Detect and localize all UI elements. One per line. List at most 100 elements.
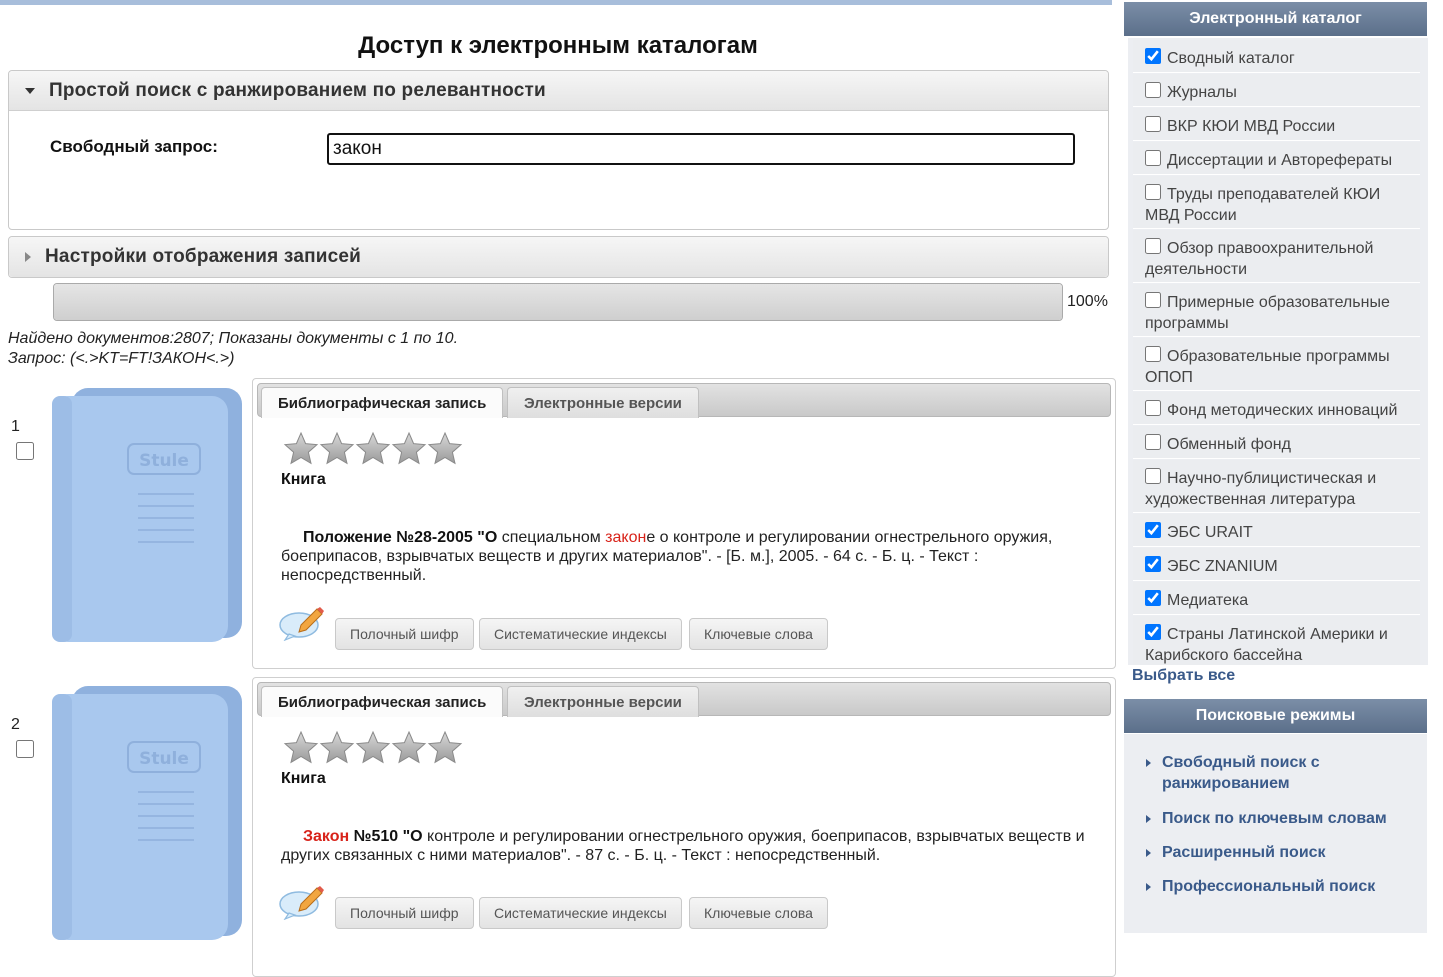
catalog-item[interactable]: ВКР КЮИ МВД России: [1133, 108, 1420, 141]
desc-text: специальном: [497, 529, 606, 546]
collapse-arrow-icon: [25, 87, 35, 94]
desc-bold: №510 "О: [349, 828, 423, 845]
catalog-label: Фонд методических инноваций: [1167, 402, 1398, 419]
progress-percent: 100%: [1067, 293, 1108, 310]
book-cover-icon: Stule: [52, 686, 242, 940]
catalog-label: Медиатека: [1167, 592, 1249, 609]
catalog-item[interactable]: Обзор правоохранительной деятельности: [1133, 230, 1420, 283]
keywords-button[interactable]: Ключевые слова: [689, 618, 828, 650]
free-query-input[interactable]: [327, 133, 1075, 165]
star-icon[interactable]: [391, 730, 427, 766]
expand-arrow-icon: [25, 252, 31, 262]
simple-search-header[interactable]: Простой поиск с ранжированием по релеван…: [9, 71, 1108, 111]
tab-electronic-versions[interactable]: Электронные версии: [507, 686, 699, 717]
progress-fill: [54, 284, 1062, 320]
catalog-item[interactable]: Страны Латинской Америки и Карибского ба…: [1133, 616, 1420, 665]
catalog-item[interactable]: Труды преподавателей КЮИ МВД России: [1133, 176, 1420, 229]
search-mode-label: Профессиональный поиск: [1162, 878, 1376, 895]
bullet-arrow-icon: [1146, 883, 1151, 891]
catalog-checkbox[interactable]: [1145, 48, 1161, 64]
star-icon[interactable]: [427, 431, 463, 467]
shelf-code-button[interactable]: Полочный шифр: [335, 897, 474, 929]
search-mode-link[interactable]: Профессиональный поиск: [1146, 876, 1416, 897]
star-icon[interactable]: [427, 730, 463, 766]
catalog-item[interactable]: Диссертации и Авторефераты: [1133, 142, 1420, 175]
star-icon[interactable]: [355, 431, 391, 467]
catalog-item[interactable]: Образовательные программы ОПОП: [1133, 338, 1420, 391]
book-cover-icon: Stule: [52, 388, 242, 642]
catalog-checkbox[interactable]: [1145, 82, 1161, 98]
shelf-code-button[interactable]: Полочный шифр: [335, 618, 474, 650]
catalog-item[interactable]: ЭБС ZNANIUM: [1133, 548, 1420, 581]
record-description: Положение №28-2005 "О специальном законе…: [281, 528, 1091, 585]
tab-bibliographic-record[interactable]: Библиографическая запись: [261, 686, 504, 717]
catalog-label: Обменный фонд: [1167, 436, 1291, 453]
catalog-item[interactable]: Научно-публицистическая и художественная…: [1133, 460, 1420, 513]
catalog-checkbox[interactable]: [1145, 556, 1161, 572]
book-cover-label: Stule: [139, 451, 189, 471]
star-icon[interactable]: [319, 431, 355, 467]
record-card: Библиографическая запись Электронные вер…: [252, 378, 1116, 669]
catalog-checkbox[interactable]: [1145, 292, 1161, 308]
record-select-checkbox[interactable]: [16, 740, 34, 758]
catalog-checkbox[interactable]: [1145, 400, 1161, 416]
display-settings-header[interactable]: Настройки отображения записей: [9, 237, 1108, 277]
catalog-checkbox[interactable]: [1145, 150, 1161, 166]
star-icon[interactable]: [283, 431, 319, 467]
search-mode-link[interactable]: Поиск по ключевым словам: [1146, 808, 1416, 829]
search-mode-label: Поиск по ключевым словам: [1162, 810, 1387, 827]
catalog-label: Труды преподавателей КЮИ МВД России: [1145, 186, 1381, 224]
catalog-checkbox[interactable]: [1145, 434, 1161, 450]
catalog-checkbox[interactable]: [1145, 184, 1161, 200]
catalog-item[interactable]: Журналы: [1133, 74, 1420, 107]
catalog-checkbox[interactable]: [1145, 116, 1161, 132]
catalog-label: Страны Латинской Америки и Карибского ба…: [1145, 626, 1388, 664]
comment-icon[interactable]: [279, 605, 325, 641]
select-all-link[interactable]: Выбрать все: [1132, 667, 1235, 685]
keywords-button[interactable]: Ключевые слова: [689, 897, 828, 929]
tab-bibliographic-record[interactable]: Библиографическая запись: [261, 387, 504, 418]
rating-stars[interactable]: [283, 730, 463, 766]
star-icon[interactable]: [355, 730, 391, 766]
record-select-checkbox[interactable]: [16, 442, 34, 460]
found-count-text: Найдено документов:2807; Показаны докуме…: [8, 330, 459, 347]
catalog-item[interactable]: Медиатека: [1133, 582, 1420, 615]
progress-bar: [53, 283, 1063, 321]
catalog-checkbox[interactable]: [1145, 468, 1161, 484]
comment-icon[interactable]: [279, 884, 325, 920]
search-modes-header: Поисковые режимы: [1124, 699, 1427, 733]
bullet-arrow-icon: [1146, 849, 1151, 857]
desc-bold: Положение №28-2005 "О: [303, 529, 498, 546]
star-icon[interactable]: [283, 730, 319, 766]
search-mode-label: Свободный поиск с ранжированием: [1162, 754, 1320, 792]
catalog-label: Журналы: [1167, 84, 1237, 101]
catalog-checkbox[interactable]: [1145, 624, 1161, 640]
catalog-item[interactable]: Фонд методических инноваций: [1133, 392, 1420, 425]
catalog-item[interactable]: Сводный каталог: [1133, 40, 1420, 73]
catalog-label: Примерные образовательные программы: [1145, 294, 1390, 332]
desc-highlight: закон: [605, 529, 647, 546]
catalog-checkbox[interactable]: [1145, 590, 1161, 606]
search-mode-link[interactable]: Расширенный поиск: [1146, 842, 1416, 863]
catalog-item[interactable]: Обменный фонд: [1133, 426, 1420, 459]
catalog-sidebar-header: Электронный каталог: [1124, 2, 1427, 36]
record-tabbar: Библиографическая запись Электронные вер…: [257, 383, 1111, 418]
catalog-item[interactable]: Примерные образовательные программы: [1133, 284, 1420, 337]
catalog-item[interactable]: ЭБС URAIT: [1133, 514, 1420, 547]
star-icon[interactable]: [319, 730, 355, 766]
systematic-indexes-button[interactable]: Систематические индексы: [479, 618, 682, 650]
catalog-label: ВКР КЮИ МВД России: [1167, 118, 1336, 135]
rating-stars[interactable]: [283, 431, 463, 467]
simple-search-title: Простой поиск с ранжированием по релеван…: [49, 79, 546, 101]
catalog-label: Обзор правоохранительной деятельности: [1145, 240, 1374, 278]
star-icon[interactable]: [391, 431, 427, 467]
systematic-indexes-button[interactable]: Систематические индексы: [479, 897, 682, 929]
record-number: 1: [11, 418, 20, 435]
search-mode-link[interactable]: Свободный поиск с ранжированием: [1146, 752, 1416, 794]
tab-electronic-versions[interactable]: Электронные версии: [507, 387, 699, 418]
catalog-checkbox[interactable]: [1145, 346, 1161, 362]
catalog-label: ЭБС ZNANIUM: [1167, 558, 1278, 575]
catalog-checkbox[interactable]: [1145, 238, 1161, 254]
bullet-arrow-icon: [1146, 815, 1151, 823]
catalog-checkbox[interactable]: [1145, 522, 1161, 538]
